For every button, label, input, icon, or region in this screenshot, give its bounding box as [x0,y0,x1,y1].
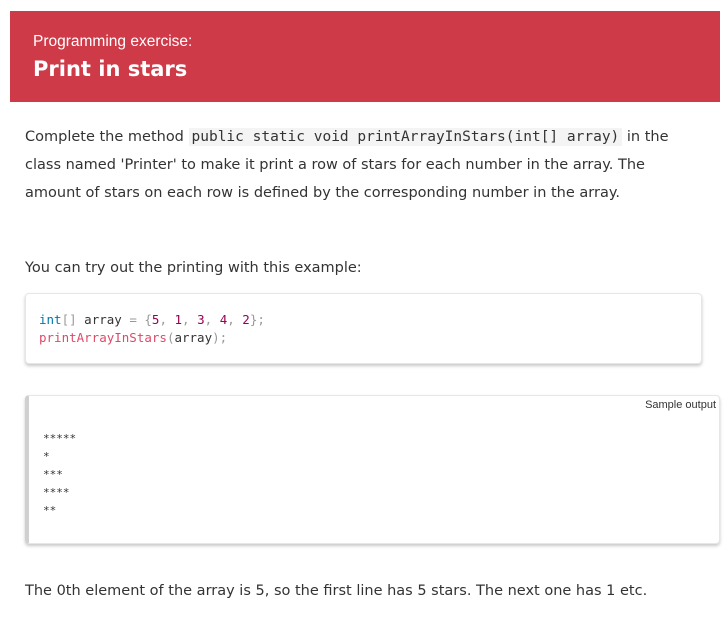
output-line: * [43,450,50,463]
try-instructions: You can try out the printing with this e… [25,260,362,276]
output-line: ** [43,504,57,517]
exercise-title: Print in stars [33,57,188,81]
sample-output-text: ***** * *** **** ** [43,430,76,520]
code-num: 3 [197,312,205,327]
exercise-description: Complete the method public static void p… [25,123,705,207]
output-line: *** [43,468,63,481]
code-brackets: [] [61,312,77,327]
description-text-before: Complete the method [25,129,189,145]
code-example: int[] array = {5, 1, 3, 4, 2}; printArra… [25,293,702,364]
method-signature: public static void printArrayInStars(int… [188,128,623,146]
code-close-brace: }; [249,312,265,327]
exercise-kicker: Programming exercise: [33,33,193,50]
code-open-brace: { [136,312,152,327]
explanation-text: The 0th element of the array is 5, so th… [25,583,648,599]
code-block: int[] array = {5, 1, 3, 4, 2}; printArra… [39,312,265,345]
code-var: array [76,312,130,327]
code-paren-close: ); [212,330,228,345]
output-line: ***** [43,432,77,445]
sample-output-box: Sample output ***** * *** **** ** [25,395,720,544]
code-type: int [39,312,62,327]
code-num: 2 [242,312,250,327]
sample-output-label: Sample output [645,399,716,411]
code-eq: = [129,312,137,327]
exercise-header: Programming exercise: Print in stars [10,11,720,102]
output-line: **** [43,486,70,499]
code-num: 1 [174,312,183,327]
code-function: printArrayInStars [39,330,167,345]
code-arg: array [174,330,213,345]
